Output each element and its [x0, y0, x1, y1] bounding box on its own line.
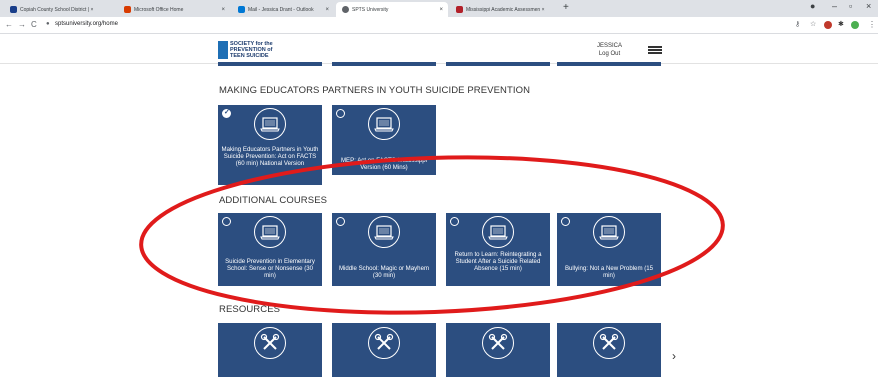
laptop-icon: [368, 108, 400, 140]
course-tile-return-to-learn[interactable]: Return to Learn: Reintegrating a Student…: [446, 213, 550, 286]
course-caption: MEP: Act on FACTS Mississippi Version (6…: [340, 157, 427, 171]
extension-icon[interactable]: [824, 21, 832, 29]
course-caption: Return to Learn: Reintegrating a Student…: [454, 251, 542, 272]
tools-icon: [593, 327, 625, 359]
laptop-icon: [254, 216, 286, 248]
outlook-favicon-icon: [238, 6, 245, 13]
new-tab-button[interactable]: +: [563, 2, 569, 14]
key-icon[interactable]: ⚷: [795, 20, 800, 28]
maap-favicon-icon: [456, 6, 463, 13]
browser-tab-outlook[interactable]: Mail - Jessica Drant - Outlook ×: [232, 2, 334, 17]
radio-icon[interactable]: [561, 217, 570, 226]
star-icon[interactable]: ☆: [810, 20, 816, 28]
close-tab-icon[interactable]: ×: [439, 7, 443, 13]
radio-icon[interactable]: [450, 217, 459, 226]
browser-tab-maap[interactable]: Mississippi Academic Assessmen ×: [450, 2, 560, 17]
carousel-next-button[interactable]: ›: [672, 349, 676, 363]
tools-icon: [368, 327, 400, 359]
browser-tab-spts[interactable]: SPTS University ×: [336, 2, 448, 17]
tile-partial[interactable]: [557, 62, 661, 66]
close-tab-icon[interactable]: ×: [221, 7, 225, 13]
laptop-icon: [482, 216, 514, 248]
section-title-resources: RESOURCES: [219, 304, 281, 315]
url-field[interactable]: sptsuniversity.org/home: [55, 21, 118, 27]
address-bar: ← → C ● sptsuniversity.org/home ⚷ ☆ ✱ ⋮: [0, 17, 878, 34]
browser-tab-copiah[interactable]: Copiah County School District | ×: [4, 2, 116, 17]
course-tile-elementary[interactable]: Suicide Prevention in Elementary School:…: [218, 213, 322, 286]
site-header: SOCIETY for the PREVENTION of TEEN SUICI…: [0, 34, 878, 66]
tile-partial[interactable]: [332, 62, 436, 66]
course-tile-middle-school[interactable]: Middle School: Magic or Mayhem (30 min): [332, 213, 436, 286]
laptop-icon: [254, 108, 286, 140]
spts-logo[interactable]: SOCIETY for the PREVENTION of TEEN SUICI…: [218, 41, 273, 59]
close-tab-icon[interactable]: ×: [325, 7, 329, 13]
resource-tile[interactable]: [446, 323, 550, 377]
hamburger-menu-icon[interactable]: [648, 46, 662, 54]
tile-partial[interactable]: [446, 62, 550, 66]
tools-icon: [254, 327, 286, 359]
section-title-mep: MAKING EDUCATORS PARTNERS IN YOUTH SUICI…: [219, 85, 531, 96]
globe-favicon-icon: [342, 6, 349, 13]
account-icon[interactable]: ●: [810, 1, 815, 11]
office-favicon-icon: [124, 6, 131, 13]
puzzle-icon[interactable]: ✱: [838, 20, 844, 28]
school-favicon-icon: [10, 6, 17, 13]
maximize-button[interactable]: ▫: [849, 1, 852, 11]
laptop-icon: [593, 216, 625, 248]
resource-tile[interactable]: [218, 323, 322, 377]
reload-button[interactable]: C: [31, 20, 37, 29]
back-button[interactable]: ←: [5, 20, 13, 29]
radio-icon[interactable]: [336, 217, 345, 226]
browser-tab-bar: Copiah County School District | × Micros…: [0, 0, 878, 17]
course-tile-mep-national[interactable]: Making Educators Partners in Youth Suici…: [218, 105, 322, 185]
tools-icon: [482, 327, 514, 359]
radio-icon[interactable]: [222, 217, 231, 226]
profile-avatar-icon[interactable]: [851, 21, 859, 29]
browser-tab-office[interactable]: Microsoft Office Home ×: [118, 2, 230, 17]
user-name: JESSICA: [597, 43, 623, 49]
completed-check-icon[interactable]: [222, 108, 231, 118]
course-caption: Bullying: Not a New Problem (15 min): [564, 265, 654, 279]
course-caption: Suicide Prevention in Elementary School:…: [225, 258, 315, 279]
course-caption: Making Educators Partners in Youth Suici…: [221, 146, 319, 167]
minimize-button[interactable]: –: [832, 1, 837, 11]
logo-mark-icon: [218, 41, 228, 59]
close-window-button[interactable]: ×: [866, 1, 871, 11]
laptop-icon: [368, 216, 400, 248]
resource-tile[interactable]: [332, 323, 436, 377]
resource-tile[interactable]: [557, 323, 661, 377]
section-title-additional: ADDITIONAL COURSES: [219, 195, 328, 206]
user-menu[interactable]: JESSICA Log Out: [597, 42, 622, 58]
course-tile-bullying[interactable]: Bullying: Not a New Problem (15 min): [557, 213, 661, 286]
forward-button[interactable]: →: [18, 20, 26, 29]
course-tile-mep-mississippi[interactable]: MEP: Act on FACTS Mississippi Version (6…: [332, 105, 436, 175]
logout-link[interactable]: Log Out: [597, 50, 622, 58]
course-caption: Middle School: Magic or Mayhem (30 min): [338, 265, 430, 279]
lock-icon[interactable]: ●: [46, 21, 50, 27]
menu-dots-icon[interactable]: ⋮: [868, 20, 876, 29]
radio-icon[interactable]: [336, 109, 345, 118]
tile-partial[interactable]: [218, 62, 322, 66]
